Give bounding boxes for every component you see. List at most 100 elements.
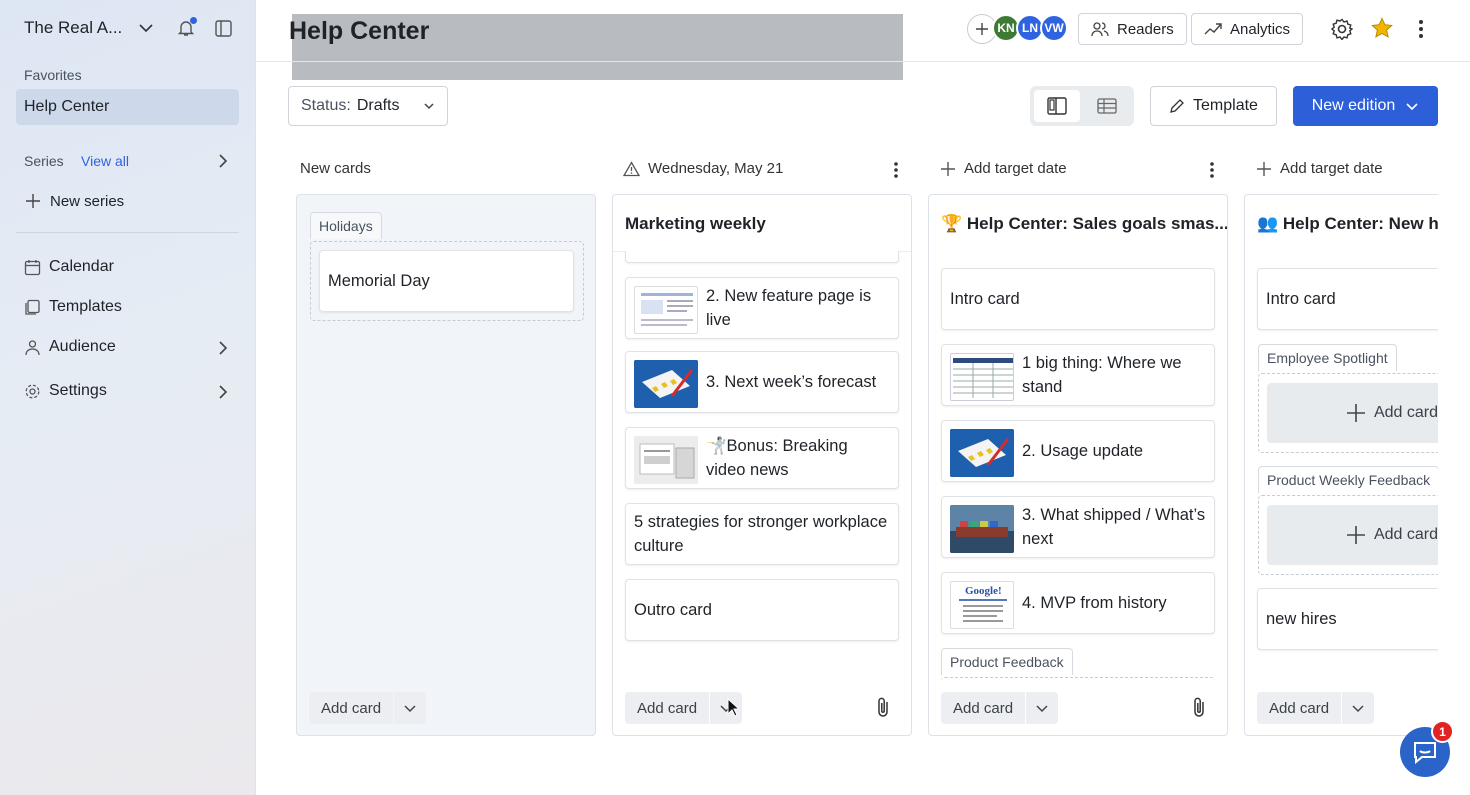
series-label: Series [24,153,64,169]
add-card-button[interactable]: Add card [1257,692,1342,724]
card[interactable]: Intro card [1257,268,1438,330]
add-card-menu-button[interactable] [1342,692,1375,724]
calendar-icon [24,259,41,275]
add-card-menu-button[interactable] [1026,692,1059,724]
column-title[interactable]: Marketing weekly [625,214,766,234]
sidebar-divider [16,232,239,233]
sidebar-item-settings[interactable]: Settings [24,382,107,400]
add-target-date-button[interactable]: Add target date [1256,160,1383,177]
new-series-button[interactable]: New series [24,192,124,210]
add-card-menu-button[interactable] [394,692,427,724]
sidebar-item-calendar[interactable]: Calendar [24,258,114,276]
add-card-button[interactable]: Add card [941,692,1026,724]
board-view-button[interactable] [1034,90,1080,122]
more-vertical-icon[interactable] [1418,19,1424,39]
chevron-right-icon[interactable] [216,340,230,356]
card-thumbnail [634,286,698,334]
chevron-right-icon[interactable] [216,384,230,400]
star-icon[interactable] [1371,17,1393,39]
favorites-label: Favorites [24,67,82,83]
notification-dot [190,17,197,24]
card[interactable]: 2. Usage update [941,420,1215,482]
plus-icon [976,23,988,35]
card-thumbnail [634,436,698,484]
card[interactable]: 3. Next week’s forecast [625,351,899,413]
sidebar-item-templates[interactable]: Templates [24,298,122,316]
more-vertical-icon[interactable] [1209,161,1215,179]
group-tag[interactable]: Product Weekly Feedback [1258,466,1438,493]
card-partial[interactable] [625,251,899,263]
table-view-button[interactable] [1084,90,1130,122]
view-all-link[interactable]: View all [81,153,129,169]
add-card-group: Add card [309,692,427,724]
chevron-down-icon[interactable] [138,20,154,36]
add-card-group: Add card [625,692,743,724]
paperclip-icon[interactable] [1191,696,1207,718]
workspace-switcher[interactable]: The Real A... [24,18,122,38]
plus-icon [941,161,955,176]
analytics-button[interactable]: Analytics [1191,13,1304,45]
card-thumbnail [950,505,1014,553]
card[interactable]: Google! 4. MVP from history [941,572,1215,634]
add-card-group: Add card [1257,692,1375,724]
status-filter[interactable]: Status: Drafts [288,86,448,126]
templates-icon [25,299,40,315]
card[interactable]: 3. What shipped / What’s next [941,496,1215,558]
chevron-down-icon [1352,705,1364,713]
plus-icon [1346,404,1365,422]
column-sales-goals: 🏆 Help Center: Sales goals smas... Intro… [928,194,1228,736]
add-card-area[interactable]: Add card [1267,505,1438,565]
card[interactable]: Outro card [625,579,899,641]
column-title[interactable]: 👥 Help Center: New hir [1257,214,1438,234]
column-date-marketing[interactable]: Wednesday, May 21 [623,160,783,177]
column-header-new-cards: New cards [300,160,371,177]
card[interactable]: 2. New feature page is live [625,277,899,339]
column-new-hires: 👥 Help Center: New hir Intro card Employ… [1244,194,1438,736]
chevron-down-icon [1036,705,1048,713]
gear-icon [25,384,40,398]
readers-button[interactable]: Readers [1078,13,1187,45]
chevron-down-icon [404,705,416,713]
add-card-group: Add card [941,692,1059,724]
template-button[interactable]: Template [1150,86,1277,126]
svg-text:Google!: Google! [965,585,1002,597]
more-vertical-icon[interactable] [893,161,899,179]
mouse-cursor-icon [727,698,741,717]
add-card-area[interactable]: Add card [1267,383,1438,443]
card[interactable]: Memorial Day [319,250,574,312]
card[interactable]: 🤺Bonus: Breaking video news [625,427,899,489]
add-target-date-button[interactable]: Add target date [940,160,1067,177]
card-thumbnail: Google! [950,581,1014,629]
sidebar-item-help-center[interactable]: Help Center [16,89,239,125]
card[interactable]: Intro card [941,268,1215,330]
plus-icon [1346,526,1365,544]
pencil-icon [1170,99,1184,113]
gear-icon[interactable] [1331,18,1353,40]
column-title[interactable]: 🏆 Help Center: Sales goals smas... [941,214,1227,234]
table-view-icon [1097,98,1117,114]
card[interactable]: 1 big thing: Where we stand [941,344,1215,406]
header-divider [256,61,1470,62]
sidebar-item-audience[interactable]: Audience [24,338,116,356]
new-edition-button[interactable]: New edition [1293,86,1438,126]
card-thumbnail [950,353,1014,401]
avatar[interactable]: VW [1040,14,1068,42]
board-view-icon [1047,97,1067,115]
sidebar-toggle-icon[interactable] [215,20,232,37]
card[interactable]: new hires [1257,588,1438,650]
trend-icon [1204,23,1222,35]
paperclip-icon[interactable] [875,696,891,718]
chevron-right-icon[interactable] [216,153,230,169]
view-toggle [1030,86,1134,126]
chat-icon [1414,742,1436,764]
workspace-name: The Real A... [24,18,123,37]
card[interactable]: 5 strategies for stronger workplace cult… [625,503,899,565]
add-card-button[interactable]: Add card [625,692,710,724]
plus-icon [26,194,40,208]
add-card-button[interactable]: Add card [309,692,394,724]
page-title[interactable]: Help Center [289,17,429,46]
group-tag[interactable]: Holidays [310,212,382,239]
group-tag[interactable]: Product Feedback [941,648,1073,675]
group-tag[interactable]: Employee Spotlight [1258,344,1397,371]
readers-icon [1091,22,1109,37]
